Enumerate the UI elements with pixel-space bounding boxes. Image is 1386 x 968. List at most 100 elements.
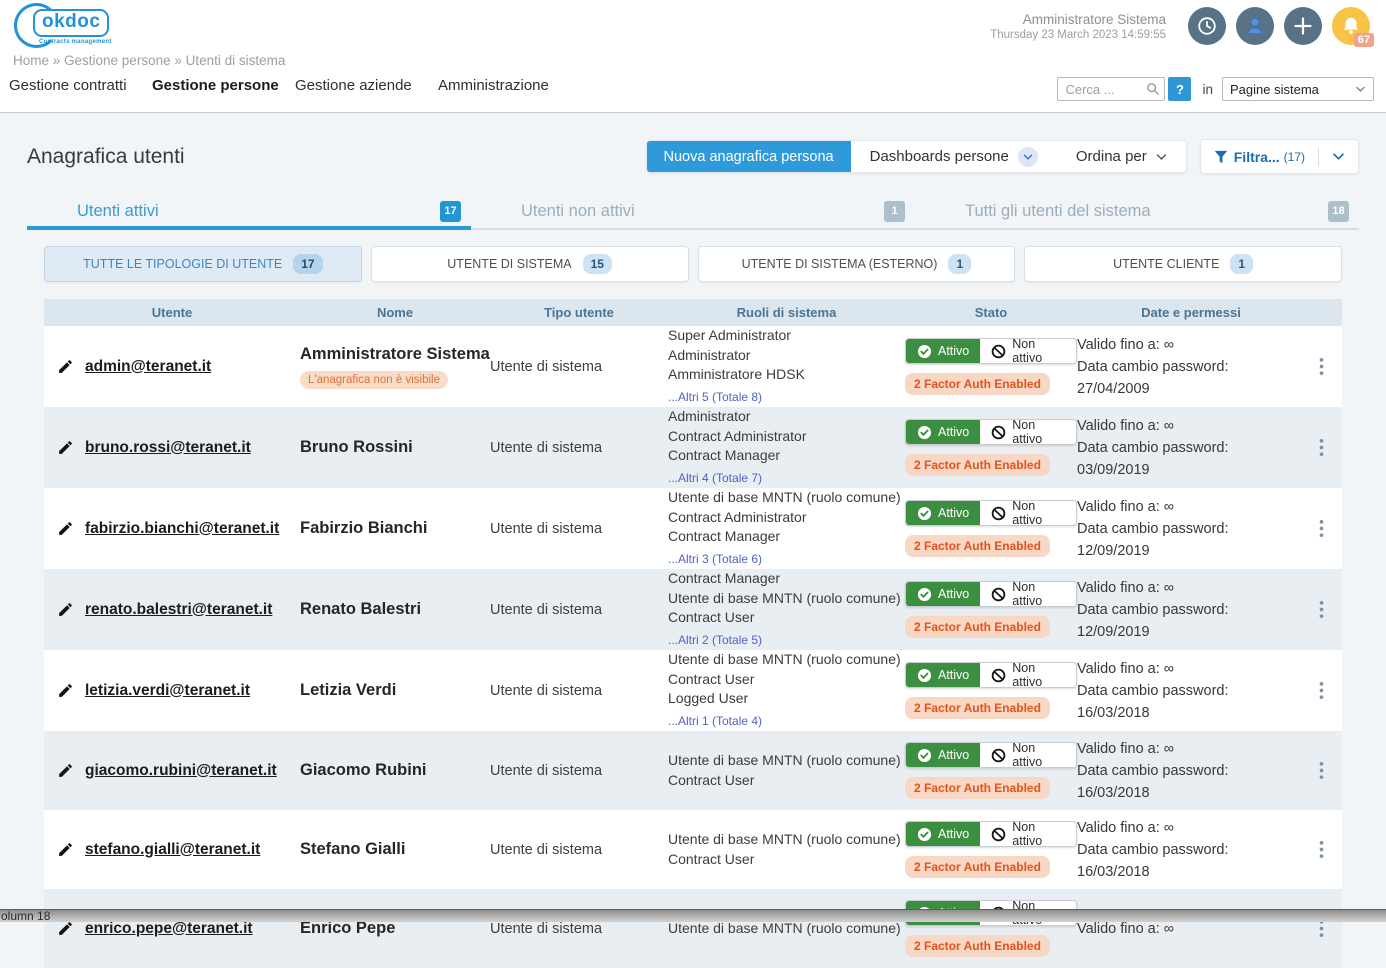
nav-item[interactable]: Amministrazione	[438, 77, 581, 94]
block-icon	[991, 668, 1006, 683]
check-icon	[917, 344, 932, 359]
user-email-link[interactable]: letizia.verdi@teranet.it	[85, 682, 250, 700]
type-filter-button[interactable]: UTENTE DI SISTEMA (ESTERNO) 1	[698, 246, 1016, 282]
user-email-link[interactable]: enrico.pepe@teranet.it	[85, 920, 253, 938]
status-toggle: Attivo Non attivo	[905, 419, 1077, 445]
status-active-segment[interactable]: Attivo	[906, 663, 980, 687]
user-full-name: Renato Balestri	[300, 600, 490, 619]
block-icon	[991, 587, 1006, 602]
user-email-link[interactable]: fabirzio.bianchi@teranet.it	[85, 520, 279, 538]
status-active-segment[interactable]: Attivo	[906, 501, 980, 525]
edit-icon[interactable]	[57, 358, 74, 375]
two-factor-badge: 2 Factor Auth Enabled	[905, 616, 1050, 638]
status-active-label: Attivo	[938, 425, 969, 439]
status-inactive-segment[interactable]: Non attivo	[980, 582, 1076, 606]
user-meta: Amministratore Sistema Thursday 23 March…	[990, 12, 1166, 41]
kebab-menu-icon[interactable]	[1319, 519, 1324, 538]
dates-cell: Valido fino a: ∞ Data cambio password: 1…	[1077, 817, 1305, 883]
role-item: Contract Manager	[668, 446, 905, 466]
nav-item[interactable]: Gestione persone	[152, 77, 295, 94]
role-item: Amministratore HDSK	[668, 365, 905, 385]
edit-icon[interactable]	[57, 920, 74, 937]
status-toggle: Attivo Non attivo	[905, 581, 1077, 607]
status-inactive-segment[interactable]: Non attivo	[980, 501, 1076, 525]
password-change-date: Data cambio password: 16/03/2018	[1077, 680, 1305, 724]
user-full-name: Stefano Gialli	[300, 840, 490, 859]
user-email-link[interactable]: stefano.gialli@teranet.it	[85, 841, 260, 859]
user-email-link[interactable]: renato.balestri@teranet.it	[85, 601, 272, 619]
status-inactive-label: Non attivo	[1012, 500, 1065, 526]
filter-button[interactable]: Filtra... (17)	[1200, 139, 1359, 174]
nav-item[interactable]: Gestione aziende	[295, 77, 438, 94]
dashboards-button[interactable]: Dashboards persone	[851, 141, 1057, 172]
status-inactive-segment[interactable]: Non attivo	[980, 420, 1076, 444]
user-email-link[interactable]: admin@teranet.it	[85, 358, 211, 376]
add-button[interactable]	[1284, 7, 1322, 45]
nav-item[interactable]: Gestione contratti	[9, 77, 152, 94]
user-cell: fabirzio.bianchi@teranet.it	[44, 520, 300, 538]
role-list: Utente di base MNTN (ruolo comune)Contra…	[668, 751, 905, 790]
status-inactive-segment[interactable]: Non attivo	[980, 822, 1076, 846]
search-scope-select[interactable]: Pagine sistema	[1222, 77, 1374, 101]
sort-button[interactable]: Ordina per	[1057, 141, 1186, 172]
search-help-button[interactable]: ?	[1168, 77, 1191, 101]
more-roles-link[interactable]: ...Altri 3 (Totale 6)	[668, 550, 762, 570]
role-item: Contract Manager	[668, 527, 905, 547]
column-header: Utente	[44, 305, 300, 320]
tab[interactable]: Utenti attivi 17	[27, 196, 471, 230]
status-toggle: Attivo Non attivo	[905, 500, 1077, 526]
type-filter-button[interactable]: UTENTE DI SISTEMA 15	[371, 246, 689, 282]
name-cell: Bruno Rossini	[300, 438, 490, 457]
role-item: Utente di base MNTN (ruolo comune)	[668, 751, 905, 771]
status-inactive-segment[interactable]: Non attivo	[980, 663, 1076, 687]
column-header: Tipo utente	[490, 305, 668, 320]
tab[interactable]: Tutti gli utenti del sistema 18	[915, 196, 1359, 230]
name-cell: Giacomo Rubini	[300, 761, 490, 780]
status-active-segment[interactable]: Attivo	[906, 822, 980, 846]
status-cell: Attivo Non attivo 2 Factor Auth Enabled	[905, 742, 1077, 799]
check-icon	[917, 748, 932, 763]
user-email-link[interactable]: giacomo.rubini@teranet.it	[85, 762, 277, 780]
status-inactive-segment[interactable]: Non attivo	[980, 743, 1076, 767]
edit-icon[interactable]	[57, 762, 74, 779]
role-item: Super Administrator	[668, 326, 905, 346]
kebab-menu-icon[interactable]	[1319, 761, 1324, 780]
kebab-menu-icon[interactable]	[1319, 840, 1324, 859]
role-item: Contract User	[668, 608, 905, 628]
profile-button[interactable]	[1236, 7, 1274, 45]
tab[interactable]: Utenti non attivi 1	[471, 196, 915, 230]
history-button[interactable]	[1188, 7, 1226, 45]
kebab-menu-icon[interactable]	[1319, 357, 1324, 376]
status-active-segment[interactable]: Attivo	[906, 743, 980, 767]
more-roles-link[interactable]: ...Altri 4 (Totale 7)	[668, 469, 762, 489]
type-filter-button[interactable]: TUTTE LE TIPOLOGIE DI UTENTE 17	[44, 246, 362, 282]
edit-icon[interactable]	[57, 601, 74, 618]
edit-icon[interactable]	[57, 841, 74, 858]
kebab-menu-icon[interactable]	[1319, 600, 1324, 619]
role-item: Contract User	[668, 771, 905, 791]
user-email-link[interactable]: bruno.rossi@teranet.it	[85, 439, 251, 457]
more-roles-link[interactable]: ...Altri 1 (Totale 4)	[668, 712, 762, 732]
edit-icon[interactable]	[57, 682, 74, 699]
app-logo[interactable]: okdoc Contracts management	[12, 0, 142, 52]
edit-icon[interactable]	[57, 520, 74, 537]
dates-cell: Valido fino a: ∞ Data cambio password: 1…	[1077, 738, 1305, 804]
edit-icon[interactable]	[57, 439, 74, 456]
status-inactive-segment[interactable]: Non attivo	[980, 339, 1076, 363]
more-roles-link[interactable]: ...Altri 5 (Totale 8)	[668, 388, 762, 408]
more-roles-link[interactable]: ...Altri 2 (Totale 5)	[668, 631, 762, 651]
table-body: admin@teranet.it Amministratore Sistema …	[44, 326, 1342, 968]
kebab-menu-icon[interactable]	[1319, 681, 1324, 700]
status-active-segment[interactable]: Attivo	[906, 339, 980, 363]
breadcrumb[interactable]: Home » Gestione persone » Utenti di sist…	[0, 52, 1386, 73]
status-active-segment[interactable]: Attivo	[906, 420, 980, 444]
sort-label: Ordina per	[1076, 148, 1147, 165]
status-active-segment[interactable]: Attivo	[906, 582, 980, 606]
notifications-button[interactable]: 67	[1332, 7, 1370, 45]
row-menu	[1305, 600, 1338, 619]
kebab-menu-icon[interactable]	[1319, 438, 1324, 457]
new-person-button[interactable]: Nuova anagrafica persona	[647, 141, 851, 172]
role-item: Utente di base MNTN (ruolo comune)	[668, 488, 905, 508]
app-header: okdoc Contracts management Amministrator…	[0, 0, 1386, 52]
type-filter-button[interactable]: UTENTE CLIENTE 1	[1024, 246, 1342, 282]
